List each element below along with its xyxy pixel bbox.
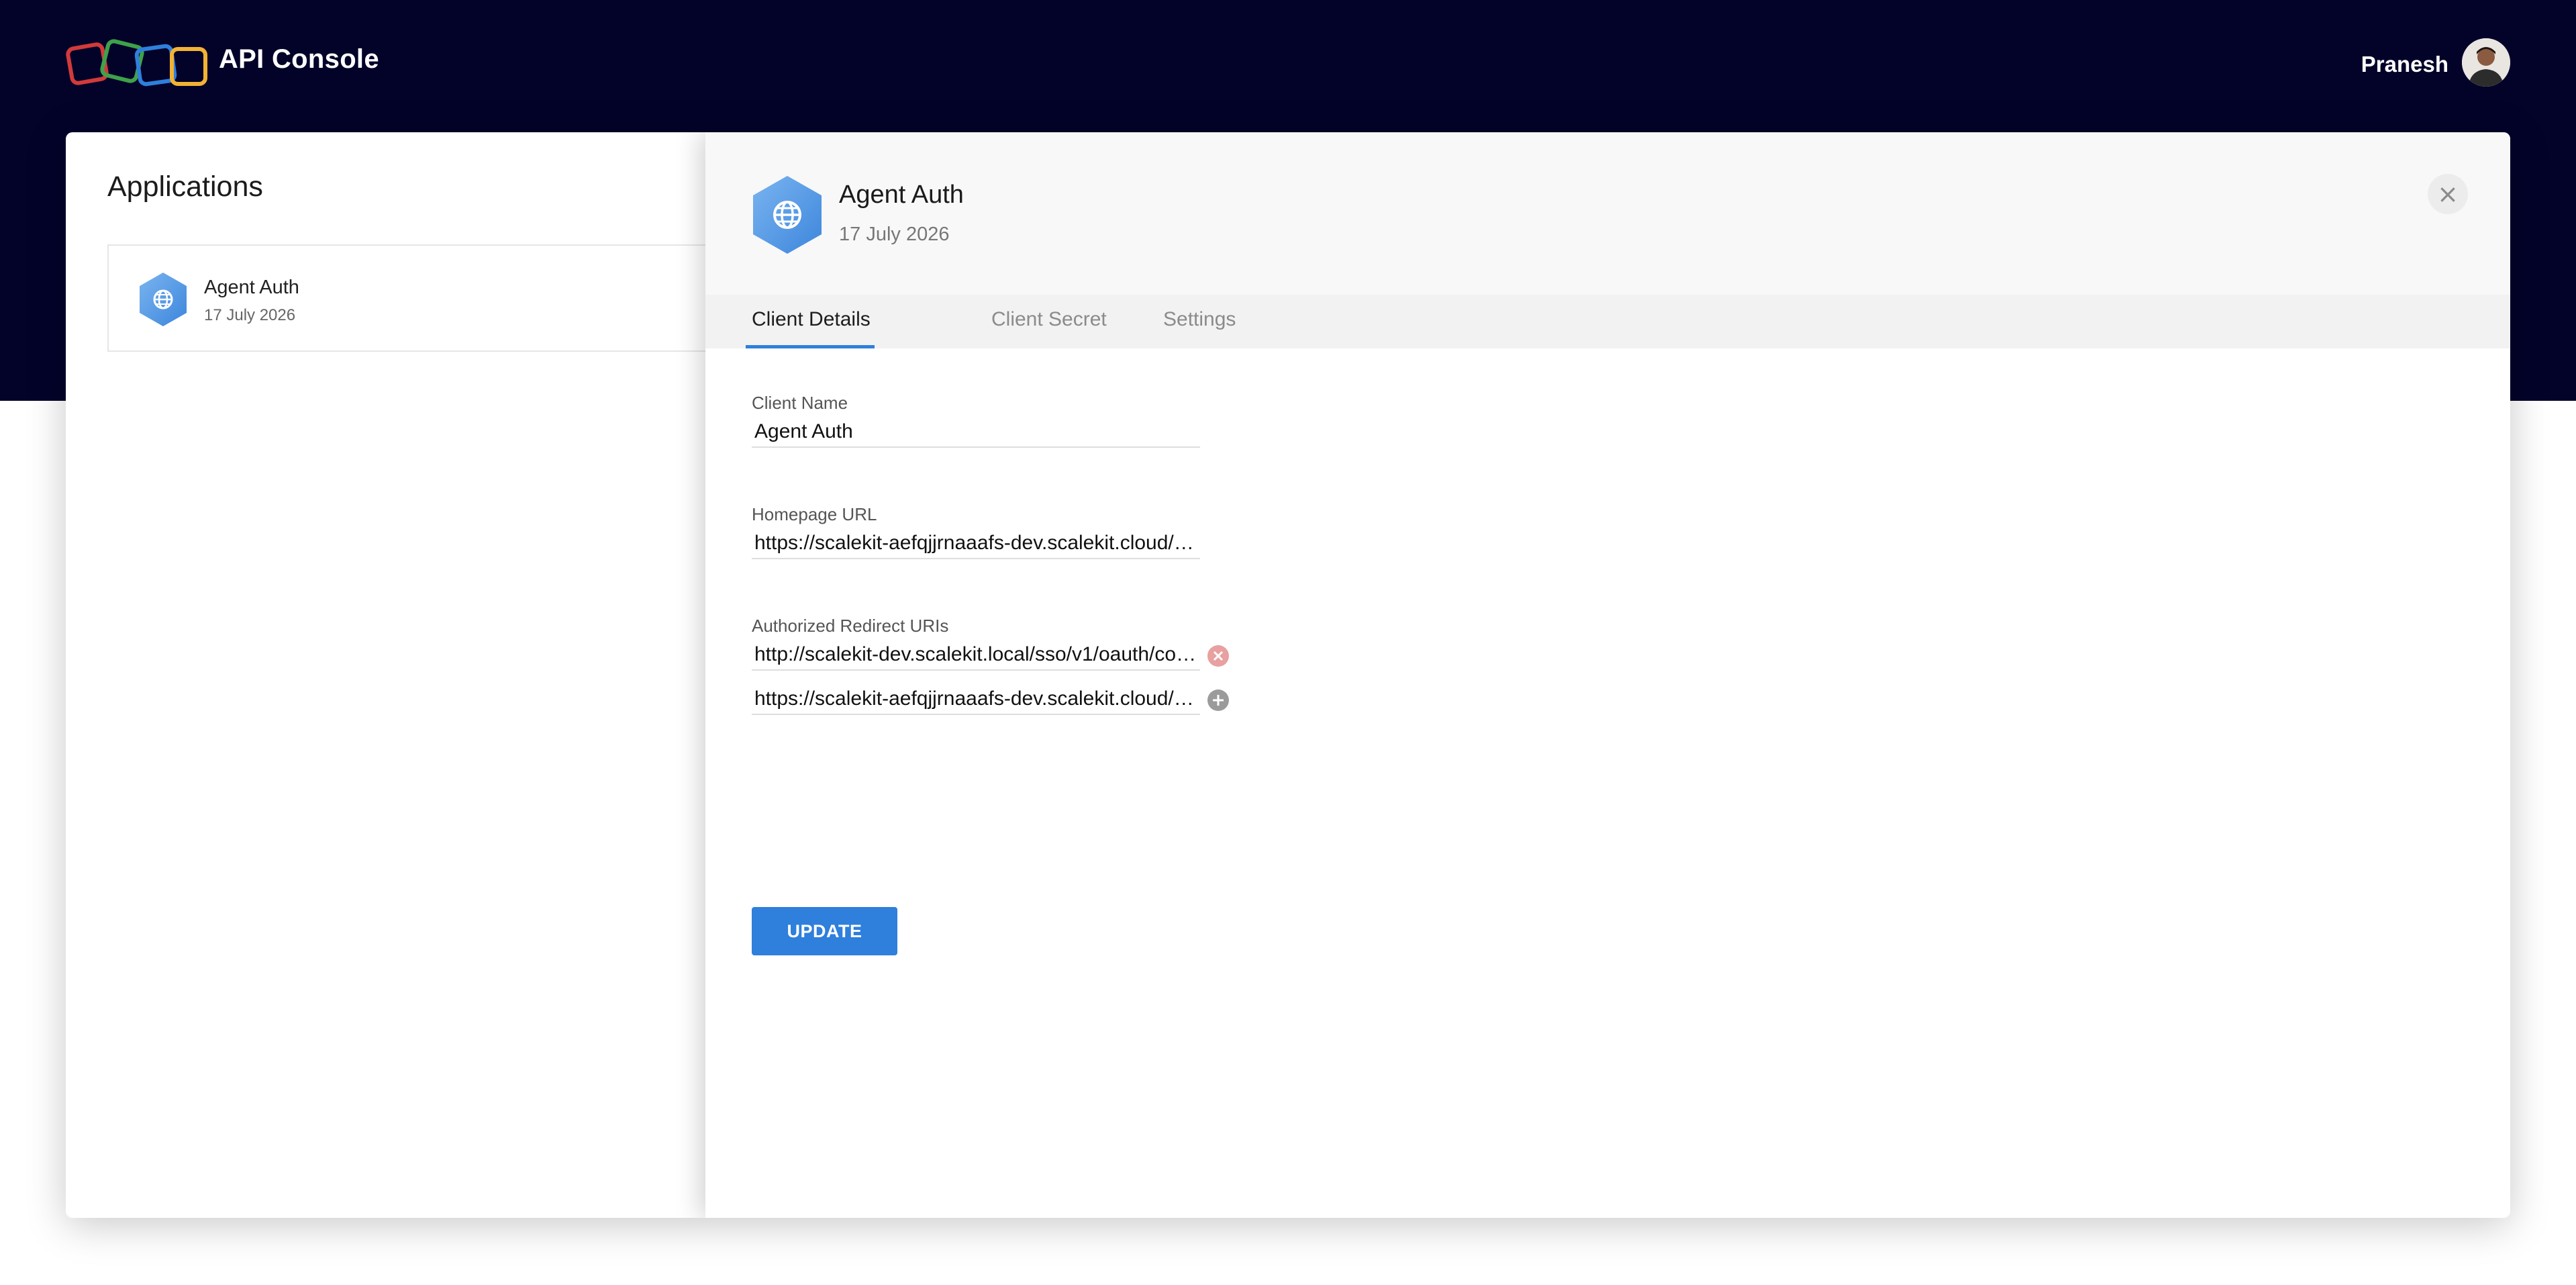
detail-header: Agent Auth 17 July 2026 × [705, 132, 2510, 295]
homepage-url-field[interactable]: https://scalekit-aefqjjrnaaafs-dev.scale… [752, 530, 1200, 559]
tab-client-details[interactable]: Client Details [752, 308, 871, 331]
globe-icon [753, 176, 822, 254]
remove-icon[interactable] [1207, 645, 1230, 667]
detail-date: 17 July 2026 [839, 224, 950, 245]
redirect-uri-field[interactable]: http://scalekit-dev.scalekit.local/sso/v… [752, 641, 1200, 671]
tab-settings[interactable]: Settings [1163, 308, 1236, 331]
applications-title: Applications [107, 171, 263, 203]
user-name[interactable]: Pranesh [2361, 52, 2448, 77]
application-name: Agent Auth [204, 277, 299, 298]
active-tab-indicator [746, 345, 875, 348]
detail-title: Agent Auth [839, 181, 964, 209]
brand-name: API Console [219, 44, 379, 74]
client-name-field[interactable]: Agent Auth [752, 418, 1200, 448]
application-detail-panel: Agent Auth 17 July 2026 × Client Details… [705, 132, 2510, 1218]
close-button[interactable]: × [2428, 174, 2468, 214]
tab-client-secret[interactable]: Client Secret [991, 308, 1107, 331]
logo-icon [66, 39, 207, 87]
homepage-url-label: Homepage URL [752, 504, 877, 524]
application-date: 17 July 2026 [204, 306, 296, 324]
detail-tabs: Client Details Client Secret Settings [705, 295, 2510, 348]
close-icon: × [2437, 179, 2459, 209]
add-icon[interactable] [1207, 689, 1230, 712]
redirect-uri-field[interactable]: https://scalekit-aefqjjrnaaafs-dev.scale… [752, 685, 1200, 715]
globe-icon [140, 273, 187, 326]
avatar-image [2462, 38, 2510, 87]
client-name-label: Client Name [752, 393, 848, 413]
redirect-uris-label: Authorized Redirect URIs [752, 616, 949, 636]
avatar[interactable] [2462, 38, 2510, 87]
update-button[interactable]: UPDATE [752, 907, 897, 955]
applications-card: Applications Agent Auth 17 July 2026 Age… [66, 132, 2510, 1218]
